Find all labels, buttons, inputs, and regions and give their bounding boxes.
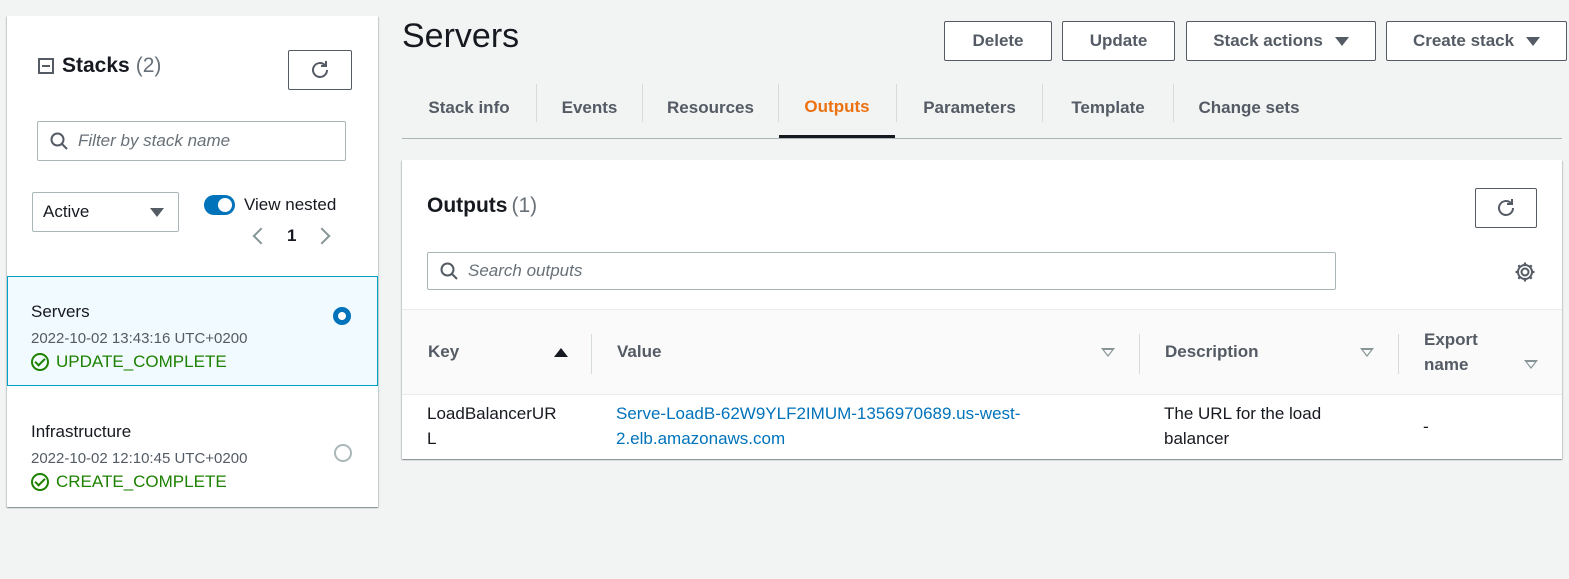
caret-down-icon [150,207,164,217]
column-header-key[interactable]: Key [428,310,459,394]
view-nested-toggle[interactable] [204,195,235,215]
column-description-label: Description [1165,342,1259,361]
column-header-export-name[interactable]: Export name [1424,310,1494,394]
page-number[interactable]: 1 [287,226,296,246]
output-value-line: 2.elb.amazonaws.com [616,429,786,448]
search-icon [50,132,68,150]
create-stack-button[interactable]: Create stack [1386,21,1567,61]
stacks-panel: Stacks (2) Filter by stack name Active V… [7,16,378,507]
column-divider [591,334,592,374]
delete-button-label: Delete [972,31,1024,50]
outputs-title-text: Outputs [427,194,508,217]
stack-radio-selected[interactable] [333,307,351,325]
output-value-link[interactable]: Serve-LoadB-62W9YLF2IMUM-1356970689.us-w… [616,401,1020,451]
stack-actions-label: Stack actions [1213,31,1323,50]
stack-item-infrastructure[interactable]: Infrastructure 2022-10-02 12:10:45 UTC+0… [7,396,378,506]
column-divider [1139,334,1140,374]
stack-item-servers[interactable]: Servers 2022-10-02 13:43:16 UTC+0200 UPD… [7,276,378,386]
filter-placeholder: Filter by stack name [78,131,231,150]
outputs-search-input[interactable]: Search outputs [427,252,1336,290]
stack-name: Servers [31,302,90,321]
column-header-value[interactable]: Value [617,310,661,394]
stack-date: 2022-10-02 12:10:45 UTC+0200 [31,450,248,467]
update-button[interactable]: Update [1062,21,1175,61]
stacks-refresh-button[interactable] [288,50,352,90]
tab-template[interactable]: Template [1043,78,1173,138]
column-header-description[interactable]: Description [1165,310,1259,394]
output-export-name: - [1423,417,1429,436]
caret-down-icon [1526,36,1541,46]
table-header: Key Value Description Export name [402,309,1562,395]
output-key-line: LoadBalancerUR [427,404,557,423]
stack-status-text: UPDATE_COMPLETE [56,352,227,371]
status-filter-value: Active [43,202,90,221]
tab-outputs[interactable]: Outputs [779,78,895,138]
sort-icon[interactable] [1524,360,1538,369]
view-nested-label: View nested [244,195,337,214]
output-description-line: The URL for the load [1164,404,1322,423]
search-placeholder: Search outputs [468,261,583,280]
success-icon [31,473,49,491]
tab-events[interactable]: Events [537,78,642,138]
chevron-left-icon[interactable] [252,227,270,245]
stacks-header: Stacks (2) [38,54,161,78]
outputs-refresh-button[interactable] [1475,188,1537,228]
column-export-name-label: Export name [1424,330,1478,374]
sort-ascending-icon[interactable] [554,348,568,357]
column-value-label: Value [617,342,662,361]
stack-status-text: CREATE_COMPLETE [56,472,227,491]
tab-stack-info[interactable]: Stack info [402,78,536,138]
pagination: 1 [252,226,331,246]
stack-radio[interactable] [334,444,352,462]
outputs-count: (1) [511,194,538,217]
status-filter-select[interactable]: Active [32,192,179,232]
stacks-title: Stacks [62,54,130,77]
output-value-line: Serve-LoadB-62W9YLF2IMUM-1356970689.us-w… [616,404,1021,423]
outputs-panel: Outputs (1) Search outputs Key Value Desc… [402,160,1562,459]
success-icon [31,353,49,371]
search-icon [440,262,458,280]
gear-icon[interactable] [1514,261,1536,283]
stack-status: CREATE_COMPLETE [31,472,378,492]
stack-name: Infrastructure [31,422,132,441]
output-description-line: balancer [1164,429,1230,448]
refresh-icon [312,61,328,78]
output-key-line: L [427,429,437,448]
tab-resources[interactable]: Resources [643,78,778,138]
column-key-label: Key [428,342,460,361]
delete-button[interactable]: Delete [944,21,1052,61]
sort-icon[interactable] [1101,348,1115,357]
collapse-icon[interactable] [38,58,54,74]
stacks-count: (2) [135,54,162,77]
tab-parameters[interactable]: Parameters [897,78,1042,138]
tab-change-sets[interactable]: Change sets [1174,78,1324,138]
update-button-label: Update [1089,31,1148,50]
stack-status: UPDATE_COMPLETE [31,352,377,372]
sort-icon[interactable] [1360,348,1374,357]
output-key: LoadBalancerUR L [427,401,556,451]
refresh-icon [1498,199,1514,216]
stack-filter-input[interactable]: Filter by stack name [37,121,346,161]
stack-date: 2022-10-02 13:43:16 UTC+0200 [31,330,248,347]
output-description: The URL for the load balancer [1164,401,1321,451]
stack-actions-button[interactable]: Stack actions [1186,21,1376,61]
column-divider [1398,334,1399,374]
tab-bar: Stack info Events Resources Outputs Para… [402,78,1562,139]
outputs-title: Outputs (1) [427,194,537,218]
caret-down-icon [1334,36,1349,46]
page-title: Servers [402,17,520,55]
create-stack-label: Create stack [1412,31,1515,50]
chevron-right-icon[interactable] [313,227,331,245]
